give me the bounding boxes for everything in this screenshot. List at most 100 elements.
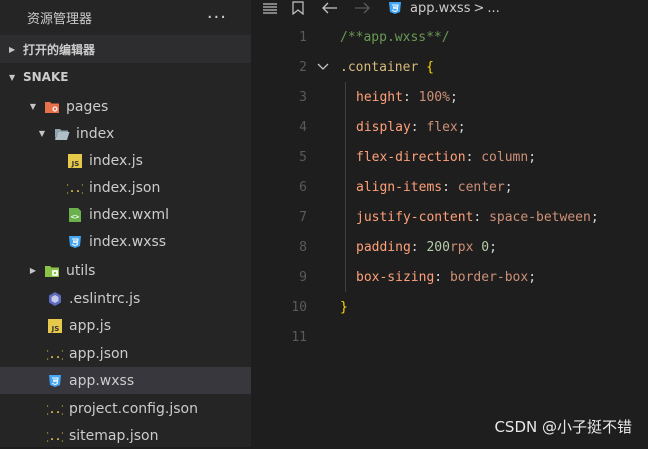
code-text: height: 100%; bbox=[356, 89, 458, 105]
line-number: 2 bbox=[299, 59, 307, 75]
tree-item-label: index.json bbox=[89, 179, 161, 196]
tree-item-index-folder[interactable]: ▼ index bbox=[0, 120, 251, 147]
more-actions-button[interactable]: ··· bbox=[207, 7, 227, 28]
svg-text:JS: JS bbox=[71, 160, 80, 168]
code-text: justify-content: space-between; bbox=[356, 209, 599, 225]
line-number: 6 bbox=[299, 179, 307, 195]
line-number: 5 bbox=[299, 149, 307, 165]
tree-item-eslintrc[interactable]: .eslintrc.js bbox=[0, 285, 251, 312]
property-token: display bbox=[356, 119, 411, 135]
css-file-icon bbox=[47, 373, 63, 389]
project-label: SNAKE bbox=[23, 70, 69, 84]
code-text: padding: 200rpx 0; bbox=[356, 239, 497, 255]
editor-toolbar: app.wxss > ... bbox=[251, 0, 648, 16]
number-token: 0 bbox=[481, 239, 490, 255]
folder-pages-icon bbox=[44, 99, 60, 115]
property-token: justify-content bbox=[356, 209, 474, 225]
back-arrow-icon[interactable] bbox=[319, 0, 341, 16]
code-line[interactable]: 2 .container { bbox=[251, 52, 648, 82]
tree-item-pages[interactable]: ▼ pages bbox=[0, 93, 251, 120]
json-file-icon: {..} bbox=[47, 346, 63, 362]
tree-item-label: pages bbox=[66, 98, 109, 115]
code-line[interactable]: 1 /**app.wxss**/ bbox=[251, 22, 648, 52]
eslint-file-icon bbox=[47, 291, 63, 307]
code-line[interactable]: 11 bbox=[251, 322, 648, 352]
chevron-down-icon: ▼ bbox=[38, 129, 46, 138]
code-text: align-items: center; bbox=[356, 179, 513, 195]
code-text: flex-direction: column; bbox=[356, 149, 537, 165]
fold-chevron-icon[interactable] bbox=[317, 61, 329, 74]
value-token: column bbox=[481, 149, 529, 165]
breadcrumb-file[interactable]: app.wxss bbox=[410, 1, 470, 16]
json-file-icon: {..} bbox=[47, 401, 63, 417]
line-number: 7 bbox=[299, 209, 307, 225]
svg-text:{..}: {..} bbox=[47, 350, 63, 361]
js-file-icon: JS bbox=[47, 318, 63, 334]
list-icon[interactable] bbox=[259, 0, 281, 16]
tree-item-index-wxss[interactable]: index.wxss bbox=[0, 228, 251, 255]
unit-token: rpx bbox=[449, 239, 474, 255]
code-editor[interactable]: app.wxss > ... 1 /**app.wxss**/ 2 .conta… bbox=[251, 0, 648, 447]
line-number: 9 bbox=[299, 269, 307, 285]
breadcrumb-separator: > bbox=[473, 0, 485, 16]
property-token: align-items bbox=[356, 179, 443, 195]
tree-item-app-wxss[interactable]: app.wxss bbox=[0, 367, 251, 394]
tree-item-app-js[interactable]: JS app.js bbox=[0, 312, 251, 339]
value-token: space-between bbox=[489, 209, 591, 225]
code-line[interactable]: 5 flex-direction: column; bbox=[251, 142, 648, 172]
tree-item-index-json[interactable]: {..} index.json bbox=[0, 174, 251, 201]
css-file-icon bbox=[387, 0, 403, 16]
svg-text:{..}: {..} bbox=[67, 184, 83, 195]
chevron-right-icon: ▶ bbox=[29, 266, 37, 275]
breadcrumb: app.wxss > ... bbox=[387, 0, 500, 16]
open-editors-section[interactable]: ▶ 打开的编辑器 bbox=[0, 35, 251, 63]
tree-item-index-js[interactable]: JS index.js bbox=[0, 147, 251, 174]
line-number: 4 bbox=[299, 119, 307, 135]
chevron-right-icon: ▶ bbox=[9, 44, 16, 54]
tree-item-label: index.wxml bbox=[89, 206, 170, 223]
svg-text:JS: JS bbox=[51, 325, 60, 333]
explorer-header: 资源管理器 ··· bbox=[0, 0, 251, 34]
tree-item-label: index.js bbox=[89, 152, 143, 169]
tree-item-label: app.json bbox=[69, 345, 129, 362]
tree-item-label: utils bbox=[66, 262, 96, 279]
code-line[interactable]: 3 height: 100%; bbox=[251, 82, 648, 112]
code-line[interactable]: 8 padding: 200rpx 0; bbox=[251, 232, 648, 262]
tree-item-app-json[interactable]: {..} app.json bbox=[0, 340, 251, 367]
code-line[interactable]: 7 justify-content: space-between; bbox=[251, 202, 648, 232]
property-token: flex-direction bbox=[356, 149, 466, 165]
code-line[interactable]: 9 box-sizing: border-box; bbox=[251, 262, 648, 292]
selector-token: .container bbox=[340, 59, 419, 75]
code-line[interactable]: 4 display: flex; bbox=[251, 112, 648, 142]
code-text: /**app.wxss**/ bbox=[340, 30, 450, 45]
tree-item-project-config[interactable]: {..} project.config.json bbox=[0, 395, 251, 422]
open-editors-label: 打开的编辑器 bbox=[23, 42, 96, 57]
property-token: padding bbox=[356, 239, 411, 255]
line-number: 1 bbox=[299, 29, 307, 45]
code-text: box-sizing: border-box; bbox=[356, 269, 537, 285]
js-file-icon: JS bbox=[67, 153, 83, 169]
tree-item-label: .eslintrc.js bbox=[69, 290, 141, 307]
chevron-down-icon: ▼ bbox=[29, 102, 37, 111]
tree-item-index-wxml[interactable]: <> index.wxml bbox=[0, 201, 251, 228]
breadcrumb-more[interactable]: ... bbox=[487, 1, 499, 16]
watermark: CSDN @小子挺不错 bbox=[494, 418, 632, 436]
code-line[interactable]: 10 } bbox=[251, 292, 648, 322]
wxml-file-icon: <> bbox=[67, 207, 83, 223]
line-number: 10 bbox=[291, 299, 307, 315]
svg-text:{..}: {..} bbox=[47, 405, 63, 416]
chevron-down-icon: ▼ bbox=[9, 72, 16, 82]
property-token: box-sizing bbox=[356, 269, 435, 285]
bookmark-icon[interactable] bbox=[287, 0, 309, 16]
tree-item-label: sitemap.json bbox=[69, 427, 159, 444]
forward-arrow-icon[interactable] bbox=[351, 0, 373, 16]
line-number: 3 bbox=[299, 89, 307, 105]
comment-token: /**app.wxss**/ bbox=[340, 29, 450, 45]
tree-item-label: project.config.json bbox=[69, 400, 198, 417]
tree-item-utils[interactable]: ▶ utils bbox=[0, 257, 251, 284]
code-line[interactable]: 6 align-items: center; bbox=[251, 172, 648, 202]
project-section[interactable]: ▼ SNAKE bbox=[0, 63, 251, 91]
value-token: flex bbox=[426, 119, 458, 135]
tree-item-sitemap[interactable]: {..} sitemap.json bbox=[0, 422, 251, 449]
number-token: 200 bbox=[426, 239, 450, 255]
